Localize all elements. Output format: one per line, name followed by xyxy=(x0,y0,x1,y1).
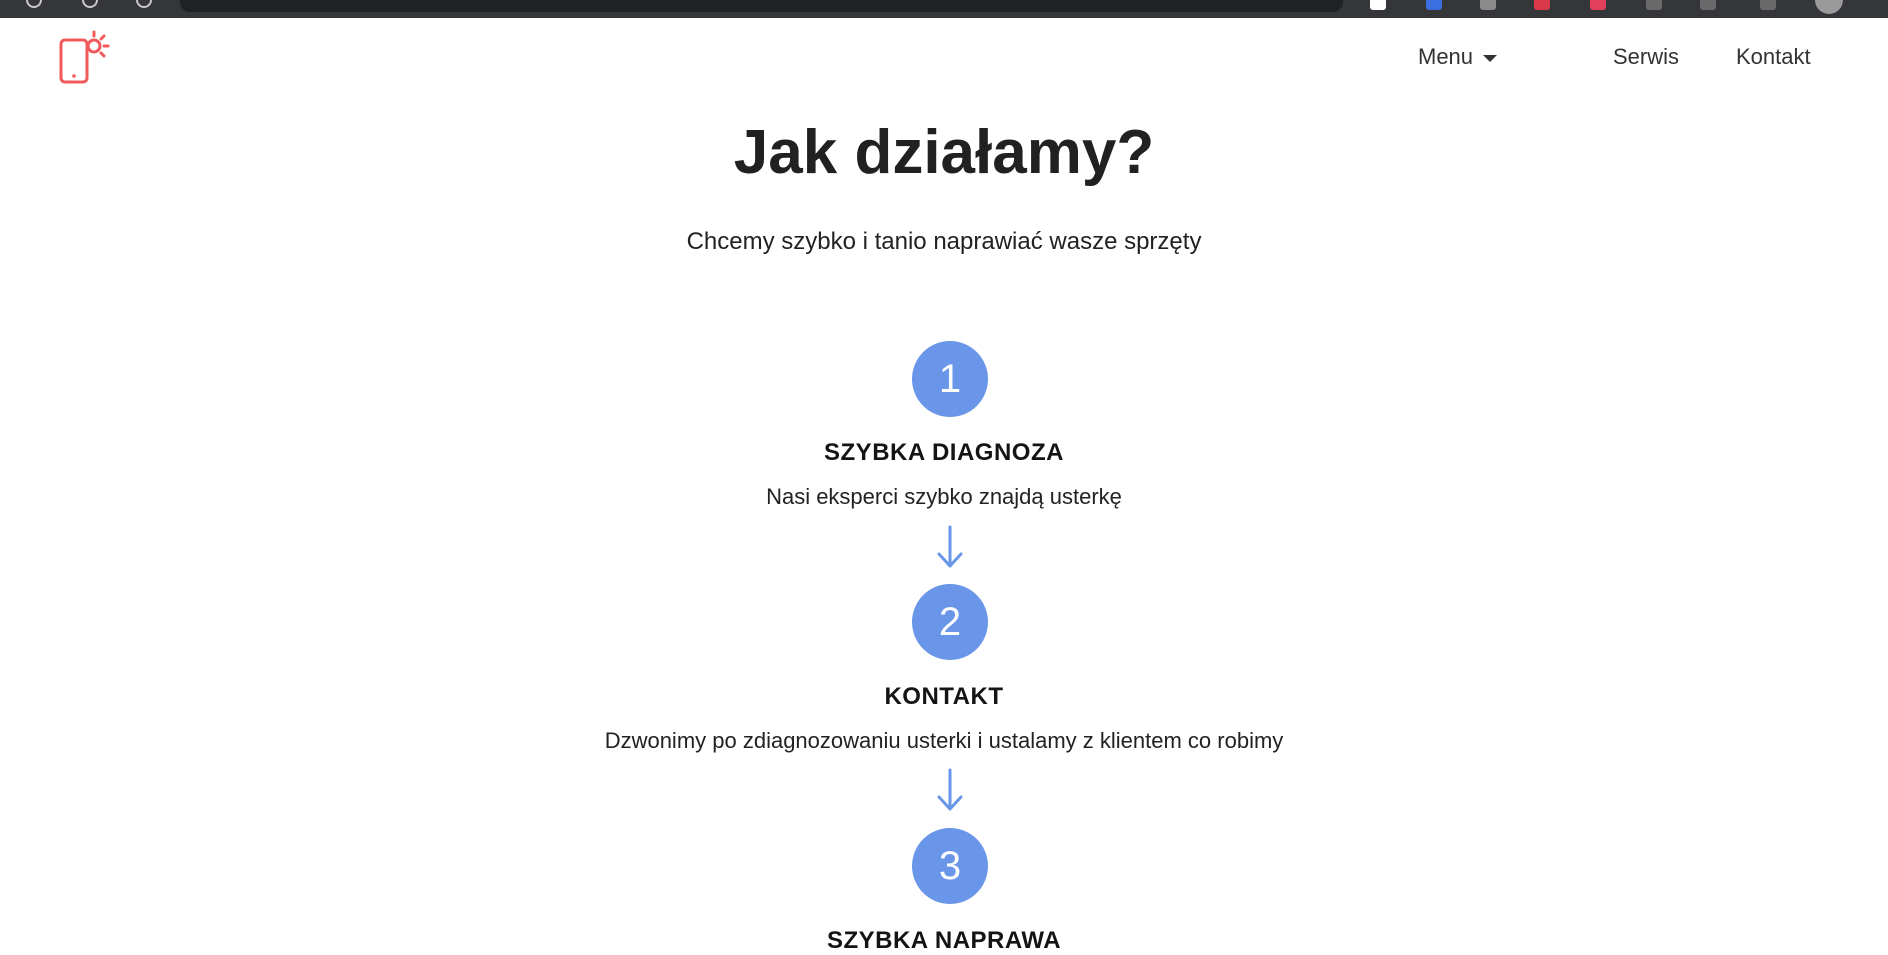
step-description: Dzwonimy po zdiagnozowaniu usterki i ust… xyxy=(604,728,1284,753)
extension-icon[interactable] xyxy=(1590,0,1606,10)
step-title: SZYBKA NAPRAWA xyxy=(826,927,1062,954)
caret-down-icon xyxy=(1483,55,1498,62)
nav-menu-label: Menu xyxy=(1418,44,1474,69)
page-title: Jak działamy? xyxy=(733,118,1155,187)
extension-icon[interactable] xyxy=(1426,0,1442,10)
arrow-down-icon xyxy=(937,525,963,568)
step-number-badge: 2 xyxy=(912,584,988,660)
step-description: Nasi eksperci szybko znajdą usterkę xyxy=(766,484,1122,509)
phone-repair-logo-icon[interactable] xyxy=(58,30,114,86)
step-number-badge: 1 xyxy=(912,341,988,417)
browser-toolbar xyxy=(0,0,1888,18)
address-bar[interactable] xyxy=(180,0,1343,12)
back-icon[interactable] xyxy=(26,0,42,8)
extension-icon[interactable] xyxy=(1370,0,1386,10)
nav-menu-dropdown[interactable]: Menu xyxy=(1418,44,1498,70)
extension-icon[interactable] xyxy=(1534,0,1550,10)
extension-icon[interactable] xyxy=(1646,0,1662,10)
profile-avatar[interactable] xyxy=(1815,0,1843,14)
page-subtitle: Chcemy szybko i tanio naprawiać wasze sp… xyxy=(686,228,1202,255)
extension-icon[interactable] xyxy=(1760,0,1776,10)
step-title: SZYBKA DIAGNOZA xyxy=(824,439,1064,466)
site-header: Menu Serwis Kontakt xyxy=(0,18,1888,98)
extension-icon[interactable] xyxy=(1700,0,1716,10)
extension-icon[interactable] xyxy=(1480,0,1496,10)
step-number-badge: 3 xyxy=(912,828,988,904)
home-icon[interactable] xyxy=(136,0,152,8)
step-title: KONTAKT xyxy=(884,683,1004,710)
arrow-down-icon xyxy=(937,768,963,811)
nav-link-serwis[interactable]: Serwis xyxy=(1613,44,1679,70)
nav-link-kontakt[interactable]: Kontakt xyxy=(1736,44,1811,70)
reload-icon[interactable] xyxy=(82,0,98,8)
